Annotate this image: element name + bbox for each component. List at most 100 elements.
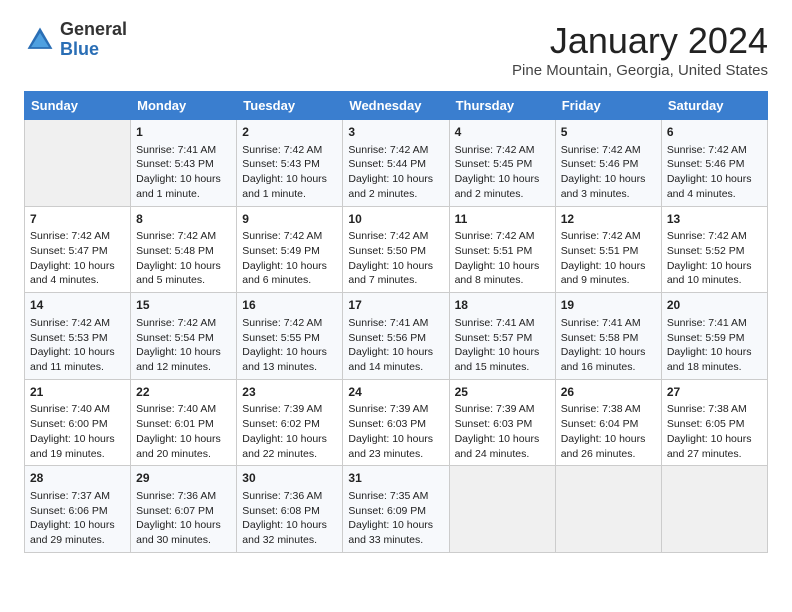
day-number: 7 bbox=[30, 211, 125, 228]
weekday-header-tuesday: Tuesday bbox=[237, 92, 343, 120]
calendar-cell: 14 Sunrise: 7:42 AMSunset: 5:53 PMDayligh… bbox=[25, 293, 131, 380]
day-info: Sunrise: 7:42 AMSunset: 5:47 PMDaylight:… bbox=[30, 229, 125, 288]
calendar-cell: 18Sunrise: 7:41 AMSunset: 5:57 PMDayligh… bbox=[449, 293, 555, 380]
calendar-cell bbox=[25, 120, 131, 207]
day-number: 29 bbox=[136, 470, 231, 487]
day-number: 12 bbox=[561, 211, 656, 228]
day-info: Sunrise: 7:37 AMSunset: 6:06 PMDaylight:… bbox=[30, 489, 125, 548]
day-info: Sunrise: 7:42 AMSunset: 5:43 PMDaylight:… bbox=[242, 143, 337, 202]
weekday-header-saturday: Saturday bbox=[661, 92, 767, 120]
logo-general-text: General bbox=[60, 20, 127, 40]
day-info: Sunrise: 7:41 AMSunset: 5:57 PMDaylight:… bbox=[455, 316, 550, 375]
calendar-week-row: 14 Sunrise: 7:42 AMSunset: 5:53 PMDayligh… bbox=[25, 293, 768, 380]
calendar-cell: 10Sunrise: 7:42 AMSunset: 5:50 PMDayligh… bbox=[343, 206, 449, 293]
day-info: Sunrise: 7:42 AMSunset: 5:54 PMDaylight:… bbox=[136, 316, 231, 375]
calendar-cell: 13Sunrise: 7:42 AMSunset: 5:52 PMDayligh… bbox=[661, 206, 767, 293]
day-number: 26 bbox=[561, 384, 656, 401]
day-info: Sunrise: 7:42 AMSunset: 5:55 PMDaylight:… bbox=[242, 316, 337, 375]
logo: General Blue bbox=[24, 20, 127, 60]
calendar-cell: 17 Sunrise: 7:41 AMSunset: 5:56 PMDayligh… bbox=[343, 293, 449, 380]
day-info: Sunrise: 7:38 AMSunset: 6:05 PMDaylight:… bbox=[667, 402, 762, 461]
calendar-cell: 28 Sunrise: 7:37 AMSunset: 6:06 PMDayligh… bbox=[25, 466, 131, 553]
calendar-cell: 4 Sunrise: 7:42 AMSunset: 5:45 PMDaylight… bbox=[449, 120, 555, 207]
calendar-cell: 31Sunrise: 7:35 AMSunset: 6:09 PMDayligh… bbox=[343, 466, 449, 553]
day-info: Sunrise: 7:40 AMSunset: 6:01 PMDaylight:… bbox=[136, 402, 231, 461]
calendar-cell bbox=[661, 466, 767, 553]
day-number: 8 bbox=[136, 211, 231, 228]
calendar-cell: 11Sunrise: 7:42 AMSunset: 5:51 PMDayligh… bbox=[449, 206, 555, 293]
weekday-header-sunday: Sunday bbox=[25, 92, 131, 120]
calendar-cell: 23Sunrise: 7:39 AMSunset: 6:02 PMDayligh… bbox=[237, 379, 343, 466]
calendar-week-row: 1Sunrise: 7:41 AMSunset: 5:43 PMDaylight… bbox=[25, 120, 768, 207]
day-number: 15 bbox=[136, 297, 231, 314]
day-info: Sunrise: 7:41 AMSunset: 5:58 PMDaylight:… bbox=[561, 316, 656, 375]
logo-blue-text: Blue bbox=[60, 40, 127, 60]
day-number: 31 bbox=[348, 470, 443, 487]
day-number: 9 bbox=[242, 211, 337, 228]
day-number: 25 bbox=[455, 384, 550, 401]
calendar-table: SundayMondayTuesdayWednesdayThursdayFrid… bbox=[24, 91, 768, 553]
day-number: 6 bbox=[667, 124, 762, 141]
day-number: 19 bbox=[561, 297, 656, 314]
calendar-cell: 20Sunrise: 7:41 AMSunset: 5:59 PMDayligh… bbox=[661, 293, 767, 380]
day-info: Sunrise: 7:42 AMSunset: 5:50 PMDaylight:… bbox=[348, 229, 443, 288]
day-number: 22 bbox=[136, 384, 231, 401]
day-info: Sunrise: 7:42 AMSunset: 5:51 PMDaylight:… bbox=[455, 229, 550, 288]
calendar-cell: 12Sunrise: 7:42 AMSunset: 5:51 PMDayligh… bbox=[555, 206, 661, 293]
day-info: Sunrise: 7:42 AMSunset: 5:44 PMDaylight:… bbox=[348, 143, 443, 202]
day-number: 2 bbox=[242, 124, 337, 141]
month-title: January 2024 bbox=[512, 20, 768, 62]
day-number: 27 bbox=[667, 384, 762, 401]
weekday-header-thursday: Thursday bbox=[449, 92, 555, 120]
day-info: Sunrise: 7:42 AMSunset: 5:53 PMDaylight:… bbox=[30, 316, 125, 375]
weekday-header-friday: Friday bbox=[555, 92, 661, 120]
day-number: 14 bbox=[30, 297, 125, 314]
weekday-header-row: SundayMondayTuesdayWednesdayThursdayFrid… bbox=[25, 92, 768, 120]
day-number: 21 bbox=[30, 384, 125, 401]
day-number: 3 bbox=[348, 124, 443, 141]
day-number: 11 bbox=[455, 211, 550, 228]
logo-icon bbox=[24, 24, 56, 56]
weekday-header-monday: Monday bbox=[131, 92, 237, 120]
day-info: Sunrise: 7:42 AMSunset: 5:46 PMDaylight:… bbox=[667, 143, 762, 202]
day-info: Sunrise: 7:42 AMSunset: 5:48 PMDaylight:… bbox=[136, 229, 231, 288]
day-info: Sunrise: 7:41 AMSunset: 5:59 PMDaylight:… bbox=[667, 316, 762, 375]
day-number: 24 bbox=[348, 384, 443, 401]
location-text: Pine Mountain, Georgia, United States bbox=[512, 62, 768, 79]
day-number: 13 bbox=[667, 211, 762, 228]
day-number: 4 bbox=[455, 124, 550, 141]
page-header: General Blue January 2024 Pine Mountain,… bbox=[24, 20, 768, 79]
calendar-cell: 5Sunrise: 7:42 AMSunset: 5:46 PMDaylight… bbox=[555, 120, 661, 207]
calendar-cell: 9Sunrise: 7:42 AMSunset: 5:49 PMDaylight… bbox=[237, 206, 343, 293]
day-info: Sunrise: 7:42 AMSunset: 5:45 PMDaylight:… bbox=[455, 143, 550, 202]
calendar-cell bbox=[449, 466, 555, 553]
calendar-cell: 15 Sunrise: 7:42 AMSunset: 5:54 PMDayligh… bbox=[131, 293, 237, 380]
day-info: Sunrise: 7:41 AMSunset: 5:56 PMDaylight:… bbox=[348, 316, 443, 375]
calendar-cell: 6 Sunrise: 7:42 AMSunset: 5:46 PMDaylight… bbox=[661, 120, 767, 207]
day-number: 1 bbox=[136, 124, 231, 141]
calendar-cell: 19 Sunrise: 7:41 AMSunset: 5:58 PMDayligh… bbox=[555, 293, 661, 380]
calendar-cell: 29 Sunrise: 7:36 AMSunset: 6:07 PMDayligh… bbox=[131, 466, 237, 553]
day-number: 10 bbox=[348, 211, 443, 228]
calendar-cell: 27Sunrise: 7:38 AMSunset: 6:05 PMDayligh… bbox=[661, 379, 767, 466]
calendar-cell: 22Sunrise: 7:40 AMSunset: 6:01 PMDayligh… bbox=[131, 379, 237, 466]
calendar-cell bbox=[555, 466, 661, 553]
day-info: Sunrise: 7:38 AMSunset: 6:04 PMDaylight:… bbox=[561, 402, 656, 461]
day-number: 17 bbox=[348, 297, 443, 314]
calendar-week-row: 7Sunrise: 7:42 AMSunset: 5:47 PMDaylight… bbox=[25, 206, 768, 293]
day-info: Sunrise: 7:42 AMSunset: 5:46 PMDaylight:… bbox=[561, 143, 656, 202]
calendar-cell: 30Sunrise: 7:36 AMSunset: 6:08 PMDayligh… bbox=[237, 466, 343, 553]
day-info: Sunrise: 7:42 AMSunset: 5:52 PMDaylight:… bbox=[667, 229, 762, 288]
calendar-cell: 7Sunrise: 7:42 AMSunset: 5:47 PMDaylight… bbox=[25, 206, 131, 293]
day-info: Sunrise: 7:42 AMSunset: 5:49 PMDaylight:… bbox=[242, 229, 337, 288]
calendar-cell: 24Sunrise: 7:39 AMSunset: 6:03 PMDayligh… bbox=[343, 379, 449, 466]
day-number: 30 bbox=[242, 470, 337, 487]
day-number: 28 bbox=[30, 470, 125, 487]
logo-text: General Blue bbox=[60, 20, 127, 60]
calendar-cell: 2 Sunrise: 7:42 AMSunset: 5:43 PMDaylight… bbox=[237, 120, 343, 207]
calendar-cell: 26Sunrise: 7:38 AMSunset: 6:04 PMDayligh… bbox=[555, 379, 661, 466]
calendar-cell: 3 Sunrise: 7:42 AMSunset: 5:44 PMDaylight… bbox=[343, 120, 449, 207]
calendar-cell: 21Sunrise: 7:40 AMSunset: 6:00 PMDayligh… bbox=[25, 379, 131, 466]
calendar-cell: 1Sunrise: 7:41 AMSunset: 5:43 PMDaylight… bbox=[131, 120, 237, 207]
day-info: Sunrise: 7:36 AMSunset: 6:07 PMDaylight:… bbox=[136, 489, 231, 548]
